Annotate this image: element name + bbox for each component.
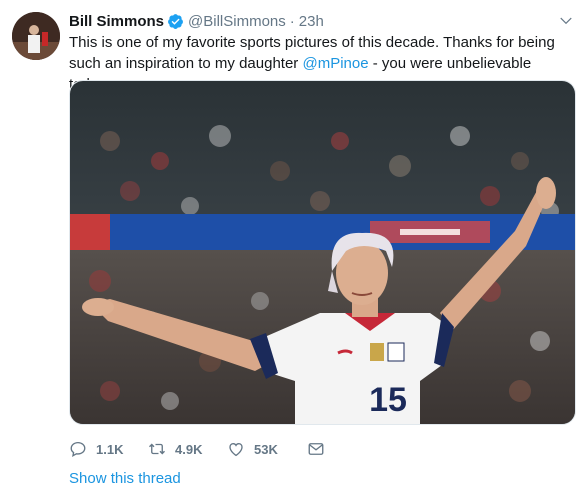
retweet-icon bbox=[149, 443, 165, 455]
jersey-number-text: 15 bbox=[369, 381, 407, 419]
tweet-card[interactable]: Bill Simmons @BillSimmons · 23h This is … bbox=[0, 0, 587, 496]
tweet-photo[interactable]: 15 bbox=[69, 80, 576, 425]
like-icon bbox=[229, 442, 243, 457]
author-handle[interactable]: @BillSimmons bbox=[188, 13, 286, 30]
reply-count: 1.1K bbox=[96, 441, 124, 457]
verified-badge-icon bbox=[168, 13, 183, 29]
reply-button[interactable]: 1.1K bbox=[69, 440, 148, 458]
chevron-down-icon[interactable] bbox=[559, 14, 573, 28]
retweet-count: 4.9K bbox=[175, 441, 203, 457]
author-avatar[interactable] bbox=[12, 12, 60, 60]
direct-message-button[interactable] bbox=[307, 440, 325, 458]
tweet-header: Bill Simmons @BillSimmons · 23h bbox=[69, 11, 557, 31]
like-count: 53K bbox=[254, 441, 278, 457]
mention-link[interactable]: @mPinoe bbox=[302, 55, 368, 72]
show-thread-link[interactable]: Show this thread bbox=[69, 470, 181, 487]
direct-message-icon bbox=[308, 443, 324, 455]
reply-icon bbox=[70, 441, 86, 458]
tweet-actions: 1.1K 4.9K 53K bbox=[69, 438, 325, 460]
tweet-timestamp[interactable]: 23h bbox=[299, 13, 324, 30]
retweet-button[interactable]: 4.9K bbox=[148, 440, 227, 458]
like-button[interactable]: 53K bbox=[227, 440, 307, 458]
header-separator: · bbox=[289, 12, 295, 30]
author-name[interactable]: Bill Simmons bbox=[69, 13, 164, 30]
